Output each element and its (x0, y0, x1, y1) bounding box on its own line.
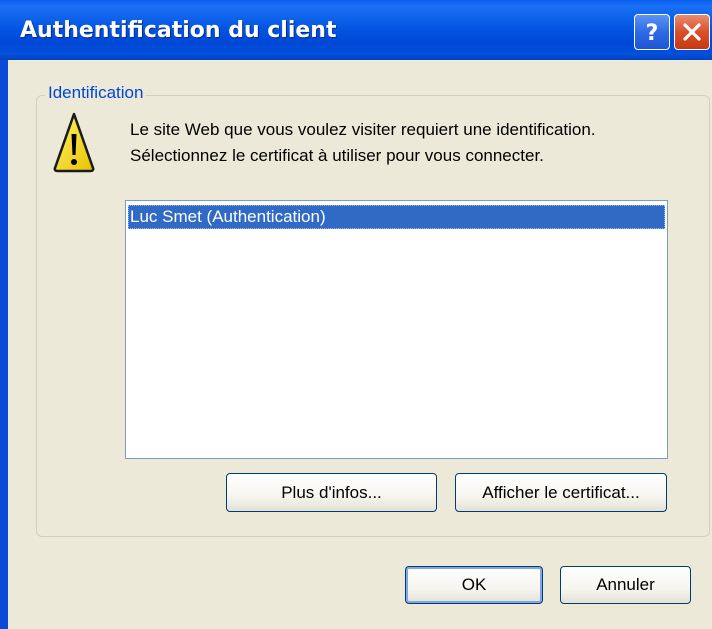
ok-button[interactable]: OK (405, 566, 543, 604)
title-bar[interactable]: Authentification du client ? (0, 0, 712, 60)
message-line-1: Le site Web que vous voulez visiter requ… (130, 120, 596, 139)
dialog-window: Authentification du client ? Identificat… (0, 0, 712, 629)
warning-icon (52, 110, 96, 179)
list-item[interactable]: Luc Smet (Authentication) (128, 205, 665, 229)
view-certificate-button[interactable]: Afficher le certificat... (455, 473, 667, 512)
more-info-button[interactable]: Plus d'infos... (226, 473, 437, 512)
cancel-button[interactable]: Annuler (560, 566, 691, 604)
help-icon: ? (641, 19, 663, 45)
message-line-2: Sélectionnez le certificat à utiliser po… (130, 146, 544, 165)
groupbox-legend: Identification (45, 83, 147, 103)
window-frame-left (0, 60, 8, 629)
help-button[interactable]: ? (634, 14, 670, 50)
instruction-message: Le site Web que vous voulez visiter requ… (130, 117, 596, 169)
certificate-list[interactable]: Luc Smet (Authentication) (125, 200, 668, 459)
svg-text:?: ? (646, 21, 659, 45)
close-button[interactable] (674, 14, 710, 50)
window-title: Authentification du client (20, 18, 337, 43)
close-icon (682, 22, 702, 42)
